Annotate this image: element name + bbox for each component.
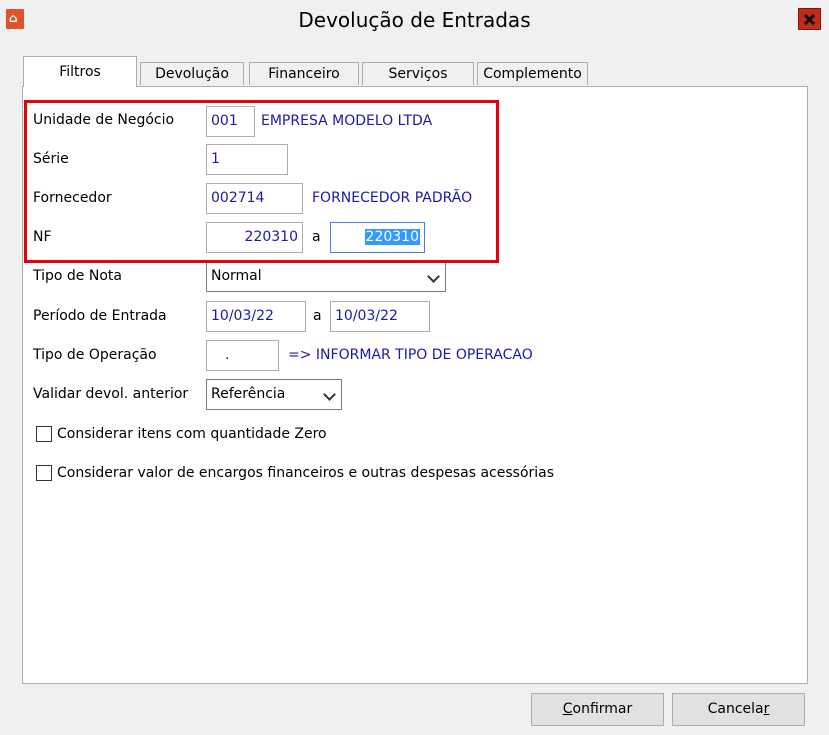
tab-servicos[interactable]: Serviços xyxy=(362,62,474,85)
tipo-nota-label: Tipo de Nota xyxy=(33,268,122,284)
nf-to-value: 220310 xyxy=(364,229,420,245)
periodo-label: Período de Entrada xyxy=(33,308,167,324)
confirm-accelerator: C xyxy=(562,701,573,717)
close-icon[interactable] xyxy=(798,8,821,30)
cancel-button[interactable]: Cancelar xyxy=(672,693,805,726)
title-bar: ⌂ Devolução de Entradas xyxy=(0,0,829,41)
unidade-name: EMPRESA MODELO LTDA xyxy=(261,113,433,129)
cancel-prefix: Cancela xyxy=(707,701,764,717)
nf-from-input[interactable]: 220310 xyxy=(206,222,303,253)
chk-encargos-checkbox[interactable] xyxy=(36,465,52,481)
dialog-window: ⌂ Devolução de Entradas Filtros Devoluçã… xyxy=(0,0,829,735)
tab-complemento[interactable]: Complemento xyxy=(477,62,588,85)
fornecedor-code-input[interactable]: 002714 xyxy=(206,183,303,214)
serie-input[interactable]: 1 xyxy=(206,144,288,175)
periodo-from-input[interactable]: 10/03/22 xyxy=(206,301,306,332)
chevron-down-icon xyxy=(427,270,440,283)
unidade-label: Unidade de Negócio xyxy=(33,112,175,128)
validar-label: Validar devol. anterior xyxy=(33,386,189,402)
validar-select[interactable]: Referência xyxy=(206,379,342,410)
serie-label: Série xyxy=(33,151,69,167)
cancel-accelerator: r xyxy=(763,701,770,717)
periodo-to-input[interactable]: 10/03/22 xyxy=(330,301,430,332)
tipo-operacao-label: Tipo de Operação xyxy=(33,347,157,363)
filtros-panel xyxy=(22,86,808,684)
window-title: Devolução de Entradas xyxy=(298,8,531,32)
tab-filtros[interactable]: Filtros xyxy=(23,56,137,87)
nf-to-input[interactable]: 220310 xyxy=(330,222,425,253)
chk-zero-label: Considerar itens com quantidade Zero xyxy=(57,426,327,442)
tipo-nota-value: Normal xyxy=(211,268,262,284)
tipo-nota-select[interactable]: Normal xyxy=(206,261,446,292)
fornecedor-name: FORNECEDOR PADRÃO xyxy=(312,190,473,206)
nf-range-separator: a xyxy=(312,229,321,245)
unidade-code-input[interactable]: 001 xyxy=(206,106,255,137)
chk-encargos-label: Considerar valor de encargos financeiros… xyxy=(57,465,555,481)
periodo-range-separator: a xyxy=(313,308,322,324)
fornecedor-label: Fornecedor xyxy=(33,190,112,206)
chk-zero-checkbox[interactable] xyxy=(36,426,52,442)
tipo-operacao-input[interactable]: . xyxy=(206,340,279,371)
confirm-rest: onfirmar xyxy=(572,701,633,717)
chevron-down-icon xyxy=(323,388,336,401)
tab-devolucao[interactable]: Devolução xyxy=(140,62,244,85)
confirm-button[interactable]: Confirmar xyxy=(531,693,664,726)
tab-financeiro[interactable]: Financeiro xyxy=(249,62,359,85)
validar-value: Referência xyxy=(211,386,286,402)
tipo-operacao-hint: => INFORMAR TIPO DE OPERACAO xyxy=(288,347,533,363)
nf-label: NF xyxy=(33,229,52,245)
